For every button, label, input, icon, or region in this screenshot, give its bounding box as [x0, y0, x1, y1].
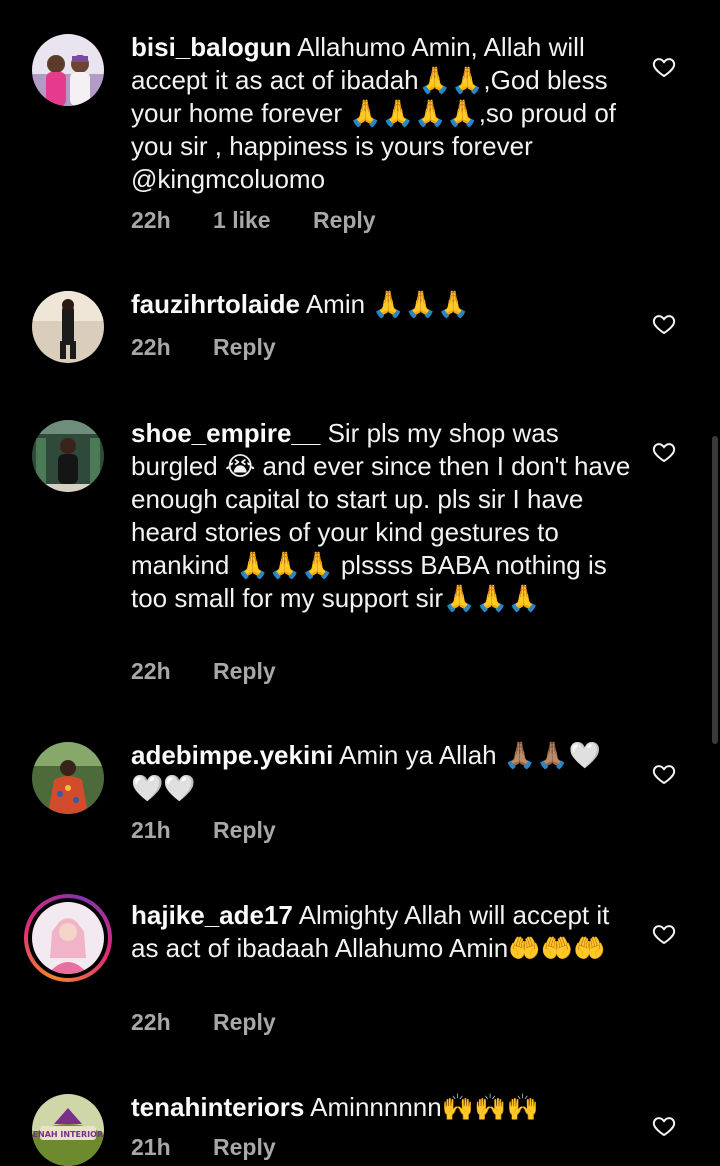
comment-text: Amin 🙏🙏🙏 [305, 289, 470, 319]
comment-meta: 22h Reply [131, 1009, 312, 1036]
comment-username[interactable]: adebimpe.yekini [131, 740, 333, 770]
heart-outline-icon[interactable] [652, 1114, 676, 1138]
avatar[interactable] [32, 291, 104, 363]
comment-username[interactable]: shoe_empire__ [131, 418, 320, 448]
comment-text: Aminnnnnn🙌🙌🙌 [310, 1092, 539, 1122]
reply-button[interactable]: Reply [213, 334, 276, 360]
comment-meta: 22h 1 like Reply [131, 207, 412, 234]
comment-meta: 22h Reply [131, 334, 312, 361]
heart-outline-icon[interactable] [652, 922, 676, 946]
story-avatar[interactable] [24, 894, 112, 982]
comment-body: tenahinteriors Aminnnnnn🙌🙌🙌 [131, 1091, 631, 1124]
heart-outline-icon[interactable] [652, 312, 676, 336]
comment-body: bisi_balogun Allahumo Amin, Allah will a… [131, 31, 631, 196]
avatar[interactable] [32, 420, 104, 492]
reply-button[interactable]: Reply [213, 658, 276, 684]
comment-time: 21h [131, 1134, 171, 1160]
svg-text:TENAH INTERIORS: TENAH INTERIORS [32, 1130, 104, 1139]
avatar[interactable] [32, 34, 104, 106]
comment-username[interactable]: fauzihrtolaide [131, 289, 300, 319]
avatar[interactable] [32, 742, 104, 814]
reply-button[interactable]: Reply [213, 1009, 276, 1035]
comment-username[interactable]: hajike_ade17 [131, 900, 293, 930]
comment-meta: 22h Reply [131, 658, 312, 685]
comment-time: 22h [131, 207, 171, 233]
reply-button[interactable]: Reply [213, 817, 276, 843]
reply-button[interactable]: Reply [313, 207, 376, 233]
reply-button[interactable]: Reply [213, 1134, 276, 1160]
comment-time: 22h [131, 1009, 171, 1035]
comment-body: shoe_empire__ Sir pls my shop was burgle… [131, 417, 631, 615]
heart-outline-icon[interactable] [652, 440, 676, 464]
comment-body: hajike_ade17 Almighty Allah will accept … [131, 899, 631, 965]
heart-outline-icon[interactable] [652, 762, 676, 786]
comment-username[interactable]: bisi_balogun [131, 32, 291, 62]
comment-meta: 21h Reply [131, 817, 312, 844]
comment-time: 22h [131, 334, 171, 360]
avatar[interactable]: TENAH INTERIORS [32, 1094, 104, 1166]
comment-like-count[interactable]: 1 like [213, 207, 271, 233]
scrollbar[interactable] [712, 436, 718, 744]
comment-time: 21h [131, 817, 171, 843]
comment-body: adebimpe.yekini Amin ya Allah 🙏🏽🙏🏽🤍🤍🤍 [131, 739, 631, 805]
comment-username[interactable]: tenahinteriors [131, 1092, 304, 1122]
comment-body: fauzihrtolaide Amin 🙏🙏🙏 [131, 288, 631, 321]
comment-meta: 21h Reply [131, 1134, 312, 1161]
heart-outline-icon[interactable] [652, 55, 676, 79]
comment-time: 22h [131, 658, 171, 684]
